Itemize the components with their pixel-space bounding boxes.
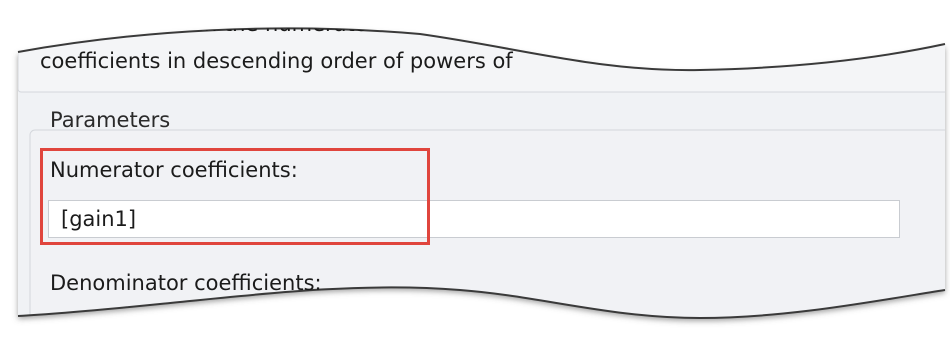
description-text-line-2: coefficients in descending order of powe… [40, 49, 513, 73]
dialog-excerpt: umber of rows in the numerato coefficien… [0, 0, 950, 344]
numerator-coefficients-field[interactable]: [gain1] [48, 200, 900, 238]
denominator-field[interactable] [47, 317, 901, 344]
numerator-coefficients-value: [gain1] [61, 207, 137, 231]
numerator-coefficients-label: Numerator coefficients: [50, 158, 298, 182]
parameters-legend: Parameters [50, 108, 171, 132]
denominator-coefficients-label: Denominator coefficients: [50, 271, 322, 295]
